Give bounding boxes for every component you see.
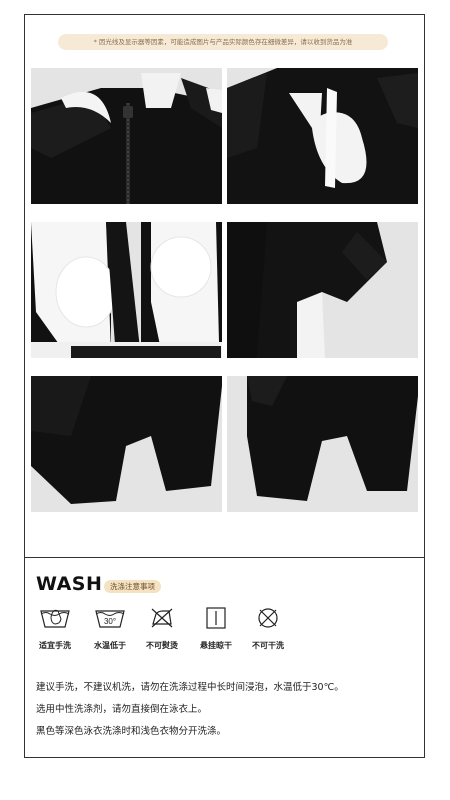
care-item-hang-dry: 悬挂晾干	[186, 605, 246, 651]
water-temp-value: 30°	[104, 617, 116, 626]
care-label: 水温低于	[94, 641, 126, 650]
wash-note-2: 选用中性洗涤剂，请勿直接倒在泳衣上。	[36, 704, 208, 715]
photo-leg-back	[227, 376, 418, 512]
photo-zipper-collar	[31, 68, 222, 204]
color-disclaimer-notice: * 因光线及显示器等因素，可能造成图片与产品实际颜色存在细微差异，请以收到货品为…	[58, 34, 388, 50]
wash-title: WASH	[36, 573, 103, 595]
no-tumble-dry-icon	[251, 605, 285, 631]
photo-sleeve	[227, 222, 418, 358]
care-label: 适宜手洗	[39, 641, 71, 650]
wash-note-3: 黑色等深色泳衣洗涤时和浅色衣物分开洗涤。	[36, 726, 227, 737]
photo-leg-front	[31, 376, 222, 512]
care-label: 不可干洗	[252, 641, 284, 650]
photo-keyhole-back	[227, 68, 418, 204]
hang-dry-icon	[199, 605, 233, 631]
care-label: 不可熨烫	[146, 641, 178, 650]
wash-subtitle-badge: 洗涤注意事项	[104, 580, 161, 593]
hand-wash-icon	[38, 605, 72, 631]
care-item-no-tumble-dry: 不可干洗	[238, 605, 298, 651]
water-temp-icon: 30°	[93, 605, 127, 631]
no-iron-icon	[145, 605, 179, 631]
care-label: 悬挂晾干	[200, 641, 232, 650]
photo-padded-lining	[31, 222, 222, 358]
care-item-hand-wash: 适宜手洗	[25, 605, 85, 651]
wash-note-1: 建议手洗，不建议机洗，请勿在洗涤过程中长时间浸泡，水温低于30℃。	[36, 682, 344, 693]
care-item-no-iron: 不可熨烫	[132, 605, 192, 651]
care-item-water-temp: 30° 水温低于	[80, 605, 140, 651]
